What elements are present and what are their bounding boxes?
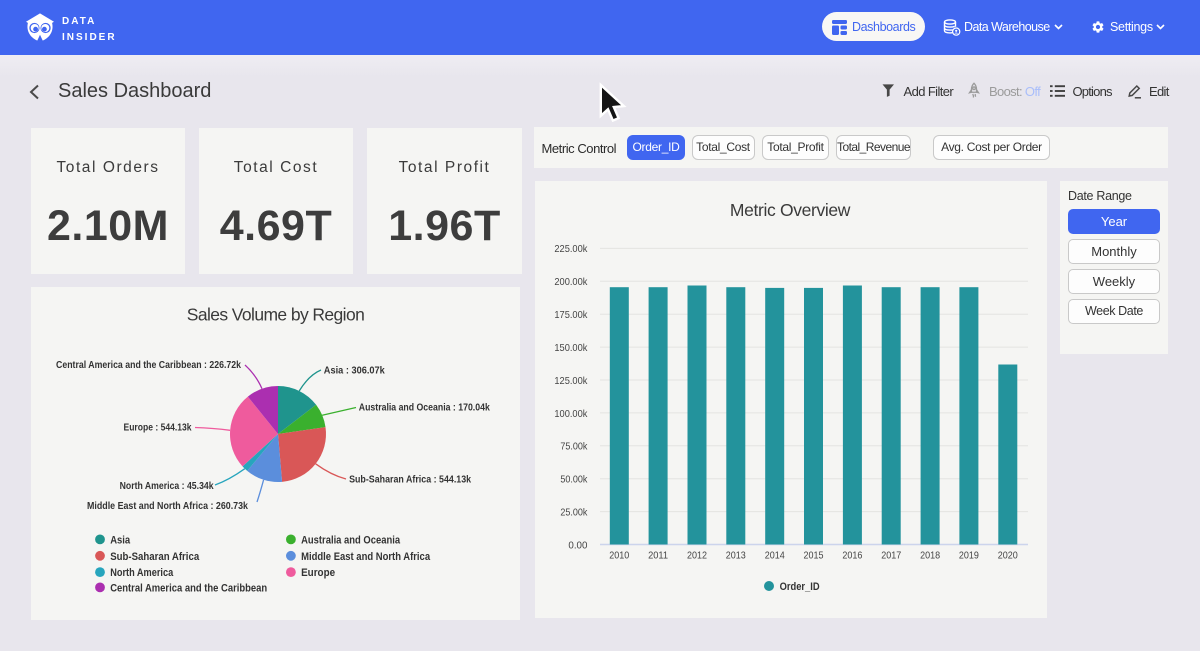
svg-text:2020: 2020 <box>998 550 1018 562</box>
svg-text:Sub-Saharan Africa : 544.13k: Sub-Saharan Africa : 544.13k <box>349 474 471 486</box>
svg-text:150.00k: 150.00k <box>554 342 588 354</box>
svg-text:0.00: 0.00 <box>568 540 587 552</box>
svg-text:2011: 2011 <box>648 550 668 562</box>
svg-text:Order_ID: Order_ID <box>780 581 820 593</box>
svg-text:Metric Overview: Metric Overview <box>730 200 851 220</box>
svg-text:2019: 2019 <box>959 550 979 562</box>
svg-text:2014: 2014 <box>765 550 785 562</box>
svg-text:2012: 2012 <box>687 550 707 562</box>
svg-text:175.00k: 175.00k <box>554 309 588 321</box>
svg-text:Asia : 306.07k: Asia : 306.07k <box>324 365 385 377</box>
svg-text:Australia and Oceania: Australia and Oceania <box>301 534 401 546</box>
svg-text:2015: 2015 <box>804 550 824 562</box>
svg-text:125.00k: 125.00k <box>554 375 588 387</box>
svg-text:25.00k: 25.00k <box>560 507 588 519</box>
svg-text:75.00k: 75.00k <box>560 441 588 453</box>
svg-text:Sub-Saharan Africa: Sub-Saharan Africa <box>110 551 200 563</box>
svg-text:Europe: Europe <box>301 567 335 579</box>
svg-text:Middle East and North Africa :: Middle East and North Africa : 260.73k <box>87 500 248 512</box>
svg-text:Central America and the Caribb: Central America and the Caribbean : 226.… <box>56 359 241 371</box>
svg-text:50.00k: 50.00k <box>560 474 588 486</box>
svg-text:2017: 2017 <box>881 550 901 562</box>
svg-text:Europe : 544.13k: Europe : 544.13k <box>124 422 192 434</box>
svg-text:Asia: Asia <box>110 534 131 546</box>
svg-text:North America : 45.34k: North America : 45.34k <box>120 480 214 492</box>
svg-text:2018: 2018 <box>920 550 940 562</box>
svg-text:200.00k: 200.00k <box>554 276 588 288</box>
svg-text:2010: 2010 <box>609 550 629 562</box>
svg-text:Central America and the Caribb: Central America and the Caribbean <box>110 582 267 594</box>
svg-text:Sales Volume by Region: Sales Volume by Region <box>187 305 364 325</box>
svg-text:Australia and Oceania : 170.04: Australia and Oceania : 170.04k <box>359 402 490 414</box>
svg-text:Middle East and North Africa: Middle East and North Africa <box>301 551 431 563</box>
svg-text:2013: 2013 <box>726 550 746 562</box>
svg-text:2016: 2016 <box>842 550 862 562</box>
svg-text:100.00k: 100.00k <box>554 408 588 420</box>
svg-text:225.00k: 225.00k <box>554 243 588 255</box>
svg-text:North America: North America <box>110 567 174 579</box>
